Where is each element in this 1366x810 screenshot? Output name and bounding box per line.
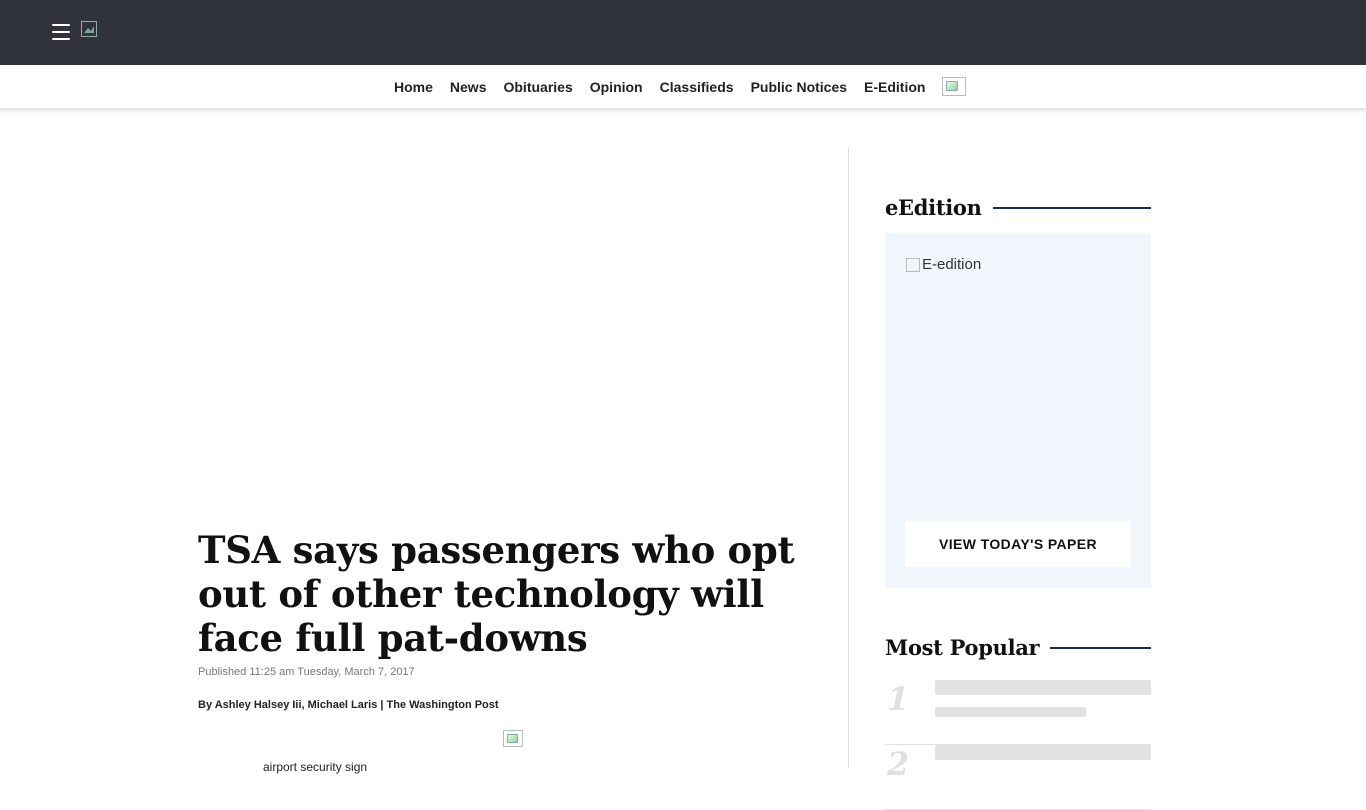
- column-divider: [848, 148, 849, 768]
- nav-public-notices[interactable]: Public Notices: [751, 79, 847, 95]
- nav-obituaries[interactable]: Obituaries: [503, 79, 572, 95]
- loading-placeholder: [935, 680, 1151, 695]
- top-bar: [0, 0, 1366, 65]
- eedition-image[interactable]: E-edition: [906, 256, 981, 273]
- nav-e-edition[interactable]: E-Edition: [864, 79, 925, 95]
- broken-image-icon: [906, 257, 920, 272]
- nav-opinion[interactable]: Opinion: [590, 79, 643, 95]
- nav-classifieds[interactable]: Classifieds: [660, 79, 734, 95]
- eedition-image-alt: E-edition: [922, 256, 982, 273]
- eedition-section-header: eEdition: [885, 195, 1151, 220]
- eedition-title: eEdition: [885, 195, 982, 220]
- site-logo-image[interactable]: [81, 21, 97, 37]
- article-headline: TSA says passengers who opt out of other…: [198, 528, 795, 660]
- most-popular-item[interactable]: 2: [885, 745, 1151, 810]
- loading-placeholder: [935, 707, 1086, 717]
- loading-placeholder: [935, 745, 1151, 760]
- most-popular-item[interactable]: 1: [885, 680, 1151, 745]
- nav-home[interactable]: Home: [394, 79, 433, 95]
- eedition-panel: E-edition VIEW TODAY'S PAPER: [885, 233, 1151, 588]
- nav-broken-image-icon[interactable]: [942, 77, 967, 96]
- section-rule: [992, 206, 1151, 209]
- most-popular-title: Most Popular: [885, 635, 1040, 660]
- article-broken-image-icon: [503, 730, 523, 747]
- hamburger-menu-icon[interactable]: [52, 24, 70, 40]
- image-caption: airport security sign: [263, 760, 368, 774]
- view-todays-paper-button[interactable]: VIEW TODAY'S PAPER: [905, 521, 1131, 567]
- nav-news[interactable]: News: [450, 79, 487, 95]
- main-navigation: Home News Obituaries Opinion Classifieds…: [0, 65, 1366, 109]
- popular-rank: 1: [887, 680, 910, 718]
- popular-rank: 2: [887, 745, 910, 783]
- article-byline: By Ashley Halsey Iii, Michael Laris | Th…: [198, 699, 499, 711]
- published-date: Published 11:25 am Tuesday, March 7, 201…: [198, 666, 415, 678]
- most-popular-section-header: Most Popular: [885, 635, 1151, 660]
- section-rule: [1050, 646, 1151, 649]
